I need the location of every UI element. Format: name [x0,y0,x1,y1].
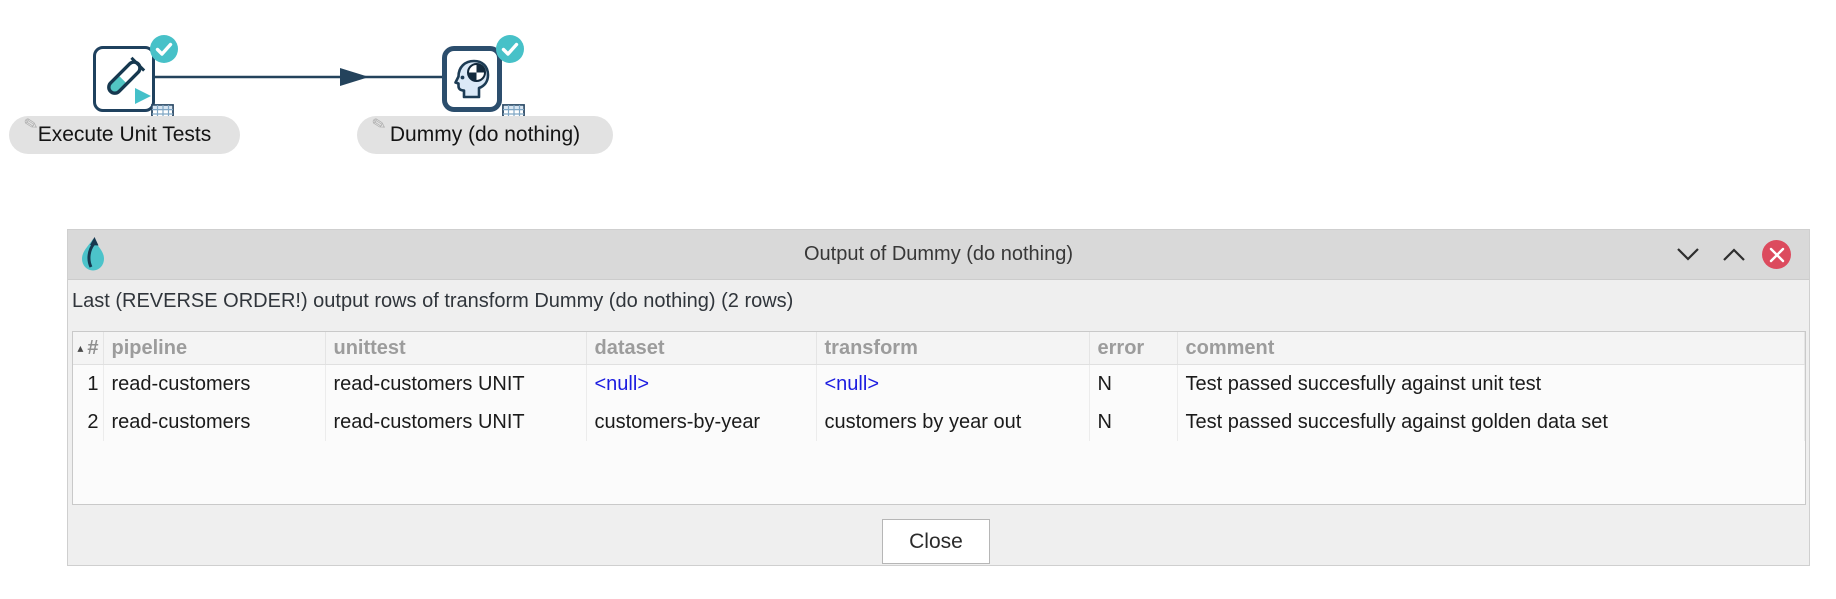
node-label-execute-unit-tests[interactable]: ✎ Execute Unit Tests [9,116,240,154]
dialog-titlebar: Output of Dummy (do nothing) [68,230,1809,280]
column-header-comment[interactable]: comment [1177,332,1805,365]
chevron-up-icon[interactable] [1722,242,1746,266]
column-header-transform[interactable]: transform [816,332,1089,365]
table-cell[interactable]: N [1089,403,1177,441]
table-cell[interactable]: 2 [73,403,103,441]
column-header-dataset[interactable]: dataset [586,332,816,365]
dialog-title: Output of Dummy (do nothing) [68,230,1809,279]
transform-node-dummy[interactable] [442,46,502,112]
table-cell[interactable]: customers by year out [816,403,1089,441]
table-cell[interactable]: <null> [816,365,1089,404]
table-cell[interactable]: N [1089,365,1177,404]
dialog-subtitle: Last (REVERSE ORDER!) output rows of tra… [72,290,793,313]
table-cell[interactable]: customers-by-year [586,403,816,441]
run-play-icon[interactable] [134,87,152,105]
edit-pencil-icon: ✎ [370,114,388,137]
node-label-text: Execute Unit Tests [38,123,212,147]
edit-pencil-icon: ✎ [22,114,40,137]
table-cell[interactable]: <null> [586,365,816,404]
close-x-icon[interactable] [1762,240,1791,269]
table-cell[interactable]: Test passed succesfully against golden d… [1177,403,1805,441]
column-header-num[interactable]: ▴# [73,332,103,365]
column-header-unittest[interactable]: unittest [325,332,586,365]
column-header-error[interactable]: error [1089,332,1177,365]
close-button[interactable]: Close [882,519,990,564]
hop-pipeline-canvas: ✎ Execute Unit Tests ✎ Dummy (do nothing… [0,0,1836,599]
table-cell[interactable]: read-customers [103,365,325,404]
table-row[interactable]: 2read-customersread-customers UNITcustom… [73,403,1805,441]
table-cell[interactable]: read-customers UNIT [325,365,586,404]
node-label-text: Dummy (do nothing) [390,123,580,147]
table-cell[interactable]: 1 [73,365,103,404]
success-check-icon [496,35,524,63]
table-cell[interactable]: read-customers [103,403,325,441]
head-target-icon [449,56,493,100]
sort-ascending-icon: ▴ [77,341,83,355]
hop-arrow[interactable] [155,66,445,90]
results-table: ▴#pipelineunittestdatasettransformerrorc… [72,331,1806,505]
node-label-dummy[interactable]: ✎ Dummy (do nothing) [357,116,613,154]
chevron-down-icon[interactable] [1676,242,1700,266]
success-check-icon [150,35,178,63]
table-cell[interactable]: Test passed succesfully against unit tes… [1177,365,1805,404]
column-header-pipeline[interactable]: pipeline [103,332,325,365]
table-row[interactable]: 1read-customersread-customers UNIT<null>… [73,365,1805,404]
table-header-row: ▴#pipelineunittestdatasettransformerrorc… [73,332,1805,365]
table-cell[interactable]: read-customers UNIT [325,403,586,441]
output-dialog: Output of Dummy (do nothing) Last (REVER… [67,229,1810,566]
